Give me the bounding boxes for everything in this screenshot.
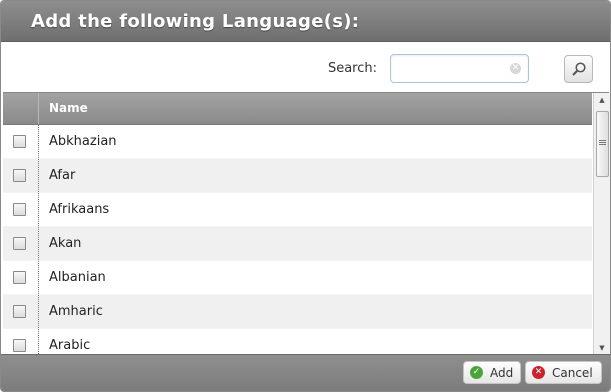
x-circle-icon: ✕ <box>532 366 545 379</box>
scroll-up-arrow-icon[interactable]: ▲ <box>594 93 610 107</box>
checkbox-cell <box>3 227 39 260</box>
column-header-name[interactable]: Name <box>49 101 88 115</box>
checkbox-cell <box>3 261 39 294</box>
clear-icon[interactable]: ✕ <box>510 63 521 74</box>
grip-icon <box>599 140 606 141</box>
header-checkbox-column <box>3 93 39 124</box>
row-checkbox[interactable] <box>13 237 26 250</box>
cancel-button[interactable]: ✕ Cancel <box>525 361 602 384</box>
checkbox-cell <box>3 125 39 158</box>
language-name: Albanian <box>49 270 106 285</box>
language-name: Afar <box>49 168 76 183</box>
row-checkbox[interactable] <box>13 271 26 284</box>
search-input[interactable] <box>391 55 513 80</box>
checkbox-cell <box>3 329 39 355</box>
cancel-button-label: Cancel <box>552 365 593 380</box>
row-checkbox[interactable] <box>13 203 26 216</box>
grid-rows: Abkhazian Afar Afrikaans Akan Albanian A… <box>3 125 592 355</box>
table-row[interactable]: Afar <box>3 159 592 193</box>
language-name: Akan <box>49 236 82 251</box>
language-name: Abkhazian <box>49 134 117 149</box>
table-row[interactable]: Albanian <box>3 261 592 295</box>
search-button[interactable] <box>564 55 593 83</box>
language-name: Afrikaans <box>49 202 110 217</box>
table-row[interactable]: Afrikaans <box>3 193 592 227</box>
magnifier-icon <box>571 62 586 76</box>
language-name: Arabic <box>49 338 91 353</box>
add-button[interactable]: ✓ Add <box>463 361 521 384</box>
row-checkbox[interactable] <box>13 135 26 148</box>
table-row[interactable]: Arabic <box>3 329 592 355</box>
table-row[interactable]: Akan <box>3 227 592 261</box>
add-button-label: Add <box>490 365 514 380</box>
row-checkbox[interactable] <box>13 339 26 352</box>
table-row[interactable]: Amharic <box>3 295 592 329</box>
row-checkbox[interactable] <box>13 305 26 318</box>
grid-header: Name <box>3 93 592 125</box>
search-label: Search: <box>327 61 377 76</box>
check-circle-icon: ✓ <box>470 366 483 379</box>
search-box[interactable]: ✕ <box>390 54 529 83</box>
row-checkbox[interactable] <box>13 169 26 182</box>
search-bar: Search: ✕ <box>1 42 610 92</box>
checkbox-cell <box>3 159 39 192</box>
dialog-footer: ✓ Add ✕ Cancel <box>1 354 610 391</box>
vertical-scrollbar[interactable]: ▲ ▼ <box>593 93 610 355</box>
language-name: Amharic <box>49 304 103 319</box>
add-language-dialog: Add the following Language(s): Search: ✕… <box>0 0 611 392</box>
dialog-title-bar: Add the following Language(s): <box>1 1 610 42</box>
checkbox-cell <box>3 295 39 328</box>
checkbox-cell <box>3 193 39 226</box>
language-grid: Name Abkhazian Afar Afrikaans Akan Alban… <box>3 92 610 355</box>
dialog-title: Add the following Language(s): <box>31 10 360 32</box>
scroll-thumb[interactable] <box>596 111 609 177</box>
table-row[interactable]: Abkhazian <box>3 125 592 159</box>
scroll-down-arrow-icon[interactable]: ▼ <box>594 341 610 355</box>
